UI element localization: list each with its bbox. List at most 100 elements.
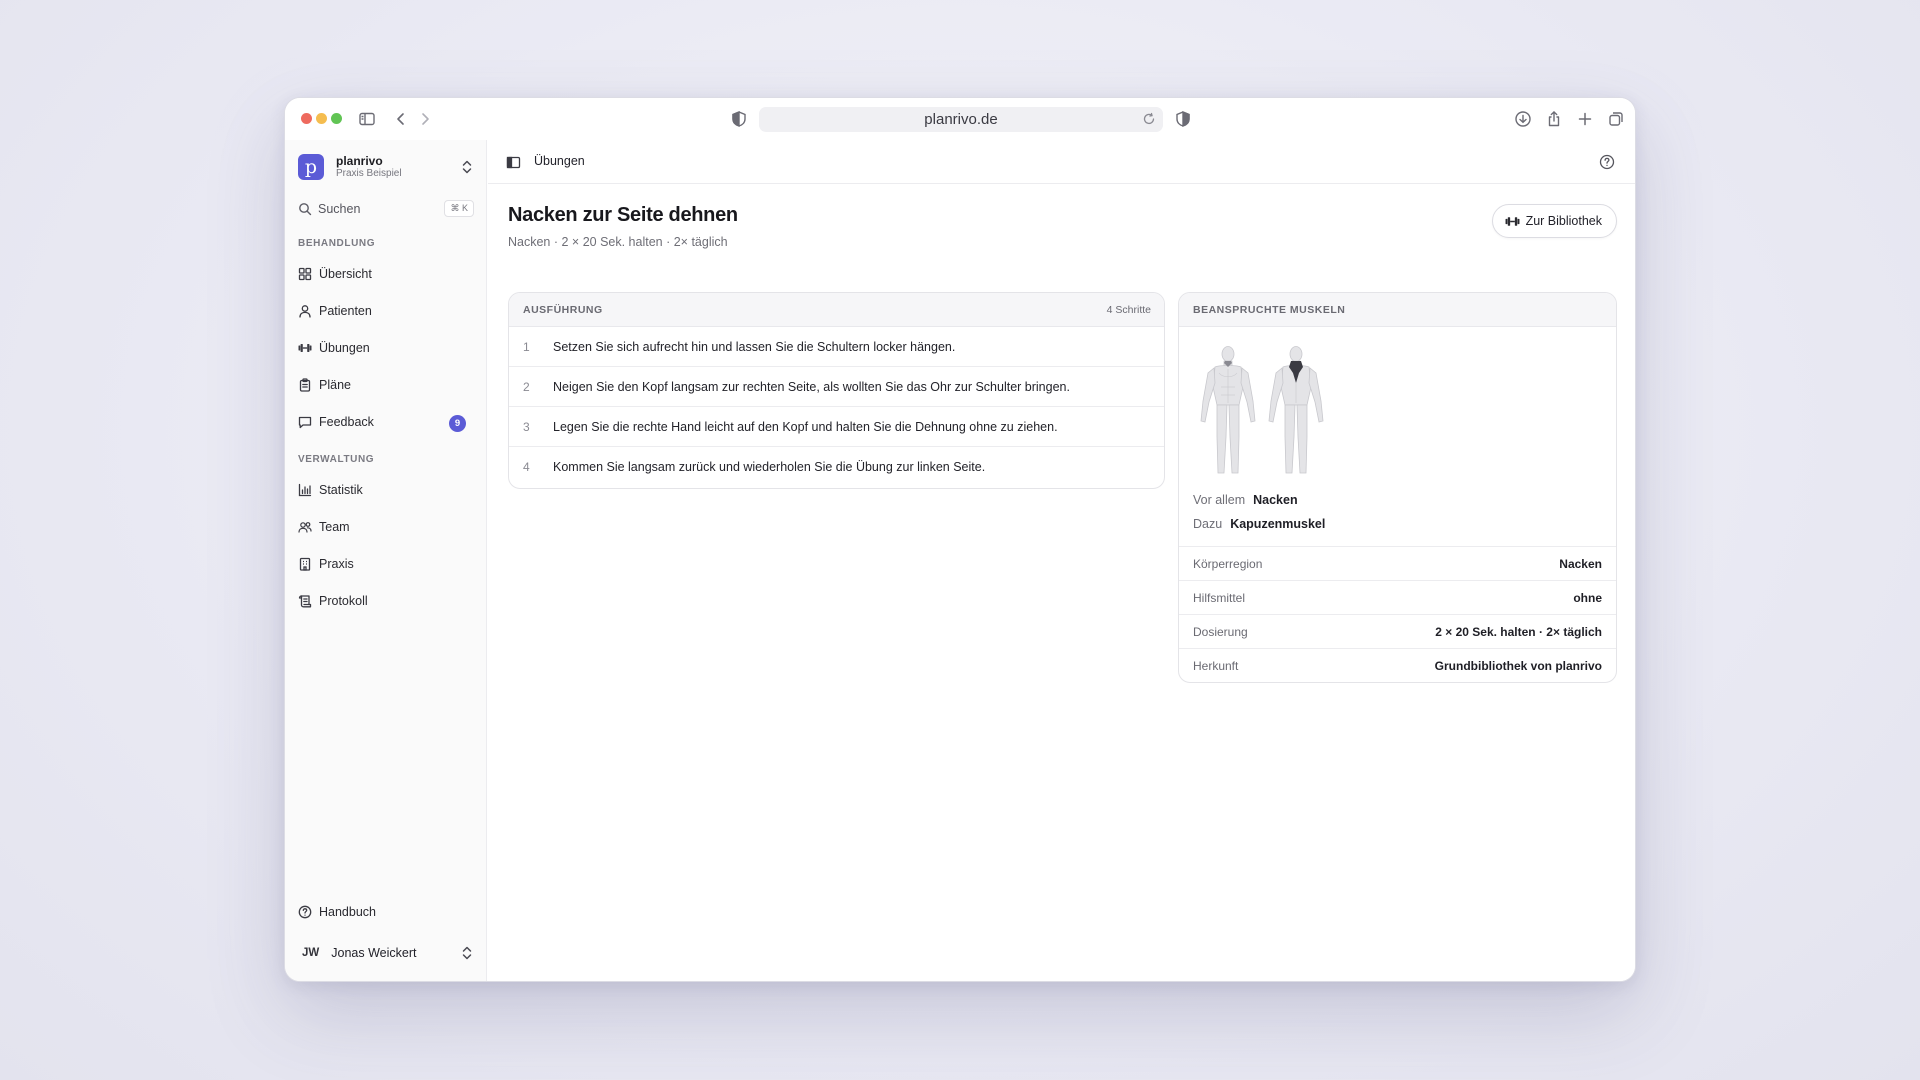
search-label: Suchen <box>318 202 361 216</box>
download-icon[interactable] <box>1513 109 1533 129</box>
detail-value: ohne <box>1573 590 1602 605</box>
search-shortcut: ⌘ K <box>444 200 474 217</box>
sidebar-item-label: Patienten <box>319 304 372 318</box>
sidebar-item-uebersicht[interactable]: Übersicht <box>298 261 476 287</box>
breadcrumb: Übungen <box>534 154 585 168</box>
sidebar-item-label: Feedback <box>319 415 374 429</box>
chevron-up-down-icon <box>460 945 474 961</box>
close-window-button[interactable] <box>301 113 312 124</box>
panel-toggle-icon[interactable] <box>506 155 521 170</box>
sidebar-toggle-icon[interactable] <box>357 109 377 129</box>
sidebar-item-praxis[interactable]: Praxis <box>298 551 476 577</box>
reload-icon[interactable] <box>1141 111 1157 127</box>
step-text: Setzen Sie sich aufrecht hin und lassen … <box>553 339 956 354</box>
main-content: Übungen Nacken zur Seite dehnen Nacken ·… <box>488 140 1635 981</box>
help-circle-icon <box>298 905 312 919</box>
secondary-muscle-label: Dazu <box>1193 517 1223 531</box>
sidebar-item-label: Protokoll <box>319 594 368 608</box>
clipboard-icon <box>298 378 312 392</box>
list-item: 3 Legen Sie die rechte Hand leicht auf d… <box>509 407 1164 447</box>
url-text: planrivo.de <box>924 111 998 128</box>
muscles-card: BEANSPRUCHTE MUSKELN Vor allem Nacken Da… <box>1178 292 1617 683</box>
feedback-count-badge: 9 <box>449 415 466 432</box>
primary-muscle: Vor allem Nacken <box>1193 493 1298 507</box>
page-subtitle: Nacken · 2 × 20 Sek. halten · 2× täglich <box>508 235 728 249</box>
detail-label: Hilfsmittel <box>1193 590 1246 605</box>
secondary-muscle-value: Kapuzenmuskel <box>1230 517 1326 531</box>
step-text: Legen Sie die rechte Hand leicht auf den… <box>553 419 1058 434</box>
detail-row-koerperregion: Körperregion Nacken <box>1179 546 1616 580</box>
step-text: Kommen Sie langsam zurück und wiederhole… <box>553 460 986 474</box>
user-menu[interactable]: JW Jonas Weickert <box>298 942 476 964</box>
detail-label: Herkunft <box>1193 658 1239 673</box>
users-icon <box>298 520 312 534</box>
workspace-switcher[interactable]: p planrivo Praxis Beispiel <box>298 152 476 182</box>
steps-card-header: AUSFÜHRUNG 4 Schritte <box>509 293 1164 327</box>
detail-row-hilfsmittel: Hilfsmittel ohne <box>1179 580 1616 614</box>
step-number: 4 <box>523 460 530 474</box>
privacy-shield-icon[interactable] <box>729 109 749 129</box>
back-icon[interactable] <box>391 109 411 129</box>
sidebar-item-label: Statistik <box>319 483 363 497</box>
zoom-window-button[interactable] <box>331 113 342 124</box>
sidebar-item-label: Praxis <box>319 557 354 571</box>
dumbbell-icon <box>1505 214 1520 229</box>
user-icon <box>298 304 312 318</box>
sidebar-item-label: Handbuch <box>319 905 376 919</box>
brand-name: planrivo <box>336 154 383 168</box>
detail-row-herkunft: Herkunft Grundbibliothek von planrivo <box>1179 648 1616 682</box>
step-number: 2 <box>523 379 530 394</box>
step-text: Neigen Sie den Kopf langsam zur rechten … <box>553 379 1070 394</box>
building-icon <box>298 557 312 571</box>
primary-muscle-label: Vor allem <box>1193 493 1246 507</box>
scroll-icon <box>298 594 312 608</box>
detail-value: Grundbibliothek von planrivo <box>1434 658 1602 673</box>
browser-toolbar: planrivo.de <box>285 98 1635 140</box>
section-label-verwaltung: VERWALTUNG <box>298 454 375 465</box>
planrivo-logo: p <box>298 154 324 180</box>
sidebar-item-label: Team <box>319 520 350 534</box>
search-field[interactable]: Suchen ⌘ K <box>298 198 474 220</box>
user-name: Jonas Weickert <box>331 946 417 960</box>
list-item: 4 Kommen Sie langsam zurück und wiederho… <box>509 447 1164 487</box>
browser-window: planrivo.de p planrivo Praxis Beispiel S… <box>284 97 1636 982</box>
minimize-window-button[interactable] <box>316 113 327 124</box>
sidebar-item-handbuch[interactable]: Handbuch <box>298 899 476 925</box>
sidebar-item-uebungen[interactable]: Übungen <box>298 335 476 361</box>
share-icon[interactable] <box>1544 109 1564 129</box>
new-tab-icon[interactable] <box>1575 109 1595 129</box>
sidebar-item-patienten[interactable]: Patienten <box>298 298 476 324</box>
dumbbell-icon <box>298 341 312 355</box>
tab-overview-icon[interactable] <box>1606 109 1626 129</box>
step-number: 1 <box>523 339 530 354</box>
sidebar: p planrivo Praxis Beispiel Suchen ⌘ K BE… <box>285 140 487 981</box>
muscles-card-title: BEANSPRUCHTE MUSKELN <box>1193 303 1346 316</box>
sidebar-item-protokoll[interactable]: Protokoll <box>298 588 476 614</box>
detail-value: 2 × 20 Sek. halten · 2× täglich <box>1435 624 1602 639</box>
sidebar-item-label: Übungen <box>319 341 370 355</box>
address-bar[interactable]: planrivo.de <box>759 107 1163 132</box>
primary-muscle-value: Nacken <box>1253 493 1298 507</box>
library-button-label: Zur Bibliothek <box>1525 214 1602 228</box>
search-icon <box>298 202 312 216</box>
muscles-card-header: BEANSPRUCHTE MUSKELN <box>1179 293 1616 327</box>
step-number: 3 <box>523 419 530 434</box>
list-item: 1 Setzen Sie sich aufrecht hin und lasse… <box>509 327 1164 367</box>
page-header: Übungen <box>488 140 1635 184</box>
detail-value: Nacken <box>1559 556 1602 571</box>
sidebar-item-team[interactable]: Team <box>298 514 476 540</box>
bar-chart-icon <box>298 483 312 497</box>
forward-icon[interactable] <box>415 109 435 129</box>
extension-shield-icon[interactable] <box>1173 109 1193 129</box>
sidebar-item-statistik[interactable]: Statistik <box>298 477 476 503</box>
sidebar-item-feedback[interactable]: Feedback 9 <box>298 409 476 435</box>
steps-card: AUSFÜHRUNG 4 Schritte 1 Setzen Sie sich … <box>508 292 1165 489</box>
body-map-icon <box>1200 346 1324 474</box>
sidebar-item-label: Pläne <box>319 378 351 392</box>
sidebar-item-plaene[interactable]: Pläne <box>298 372 476 398</box>
sidebar-item-label: Übersicht <box>319 267 372 281</box>
library-button[interactable]: Zur Bibliothek <box>1491 204 1617 238</box>
section-label-behandlung: BEHANDLUNG <box>298 238 376 249</box>
detail-row-dosierung: Dosierung 2 × 20 Sek. halten · 2× täglic… <box>1179 614 1616 648</box>
help-icon[interactable] <box>1599 154 1615 170</box>
